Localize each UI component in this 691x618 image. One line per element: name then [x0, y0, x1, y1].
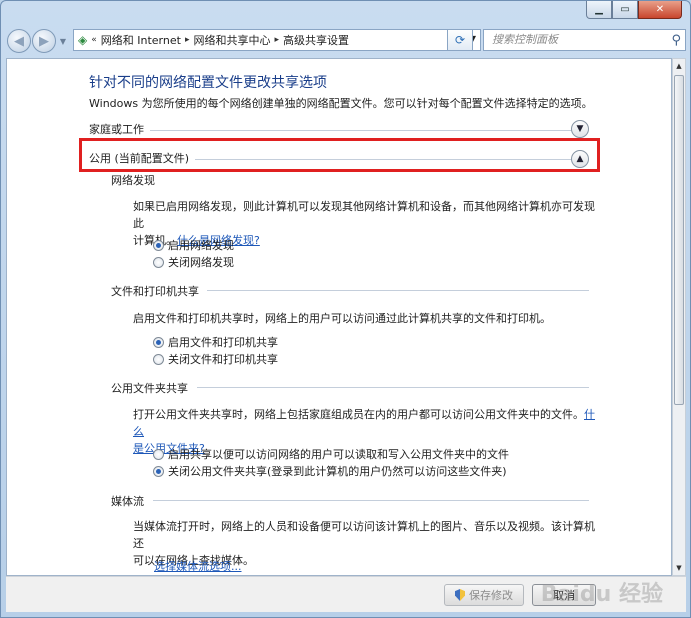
discovery-off-radio[interactable]: 关闭网络发现: [153, 254, 234, 270]
recent-pages-dropdown-icon[interactable]: ▼: [57, 37, 69, 46]
discovery-title: 网络发现: [111, 174, 155, 187]
scroll-down-icon[interactable]: ▼: [673, 561, 685, 575]
minimize-button[interactable]: ▁: [586, 1, 612, 19]
public-folder-on-label: 启用共享以便可以访问网络的用户可以读取和写入公用文件夹中的文件: [168, 448, 509, 461]
discovery-on-label: 启用网络发现: [168, 239, 234, 252]
divider: [150, 129, 587, 131]
radio-unselected-icon[interactable]: [153, 353, 164, 365]
search-placeholder: 搜索控制面板: [492, 33, 558, 46]
profile-home-work[interactable]: 家庭或工作: [89, 121, 587, 137]
scroll-thumb[interactable]: [674, 75, 684, 405]
vertical-scrollbar[interactable]: ▲ ▼: [672, 58, 686, 576]
discovery-desc-line1: 如果已启用网络发现，则此计算机可以发现其他网络计算机和设备，而其他网络计算机亦可…: [133, 200, 595, 230]
public-folder-on-radio[interactable]: 启用共享以便可以访问网络的用户可以读取和写入公用文件夹中的文件: [153, 446, 509, 462]
control-panel-icon: ◈: [78, 33, 88, 47]
divider: [153, 500, 589, 501]
scroll-up-icon[interactable]: ▲: [673, 59, 685, 73]
breadcrumb-advanced-sharing[interactable]: 高级共享设置: [283, 32, 349, 48]
radio-unselected-icon[interactable]: [153, 448, 164, 460]
discovery-off-label: 关闭网络发现: [168, 256, 234, 269]
chevron-right-icon[interactable]: ▸: [185, 35, 190, 45]
close-button[interactable]: ✕: [638, 1, 682, 19]
public-folder-off-radio[interactable]: 关闭公用文件夹共享(登录到此计算机的用户仍然可以访问这些文件夹): [153, 463, 507, 479]
profile-home-work-label: 家庭或工作: [89, 123, 144, 136]
navigation-bar: ◀ ▶ ▼ ◈ « 网络和 Internet ▸ 网络和共享中心 ▸ 高级共享设…: [7, 27, 686, 55]
radio-unselected-icon[interactable]: [153, 256, 164, 268]
printer-off-label: 关闭文件和打印机共享: [168, 353, 278, 366]
media-options-link[interactable]: 选择媒体流选项...: [154, 558, 242, 574]
refresh-button[interactable]: ⟳: [447, 29, 473, 51]
main-content: 针对不同的网络配置文件更改共享选项 Windows 为您所使用的每个网络创建单独…: [6, 58, 672, 576]
printer-on-radio[interactable]: 启用文件和打印机共享: [153, 334, 278, 350]
radio-selected-icon[interactable]: [153, 239, 164, 251]
back-arrow-icon[interactable]: ◀: [7, 29, 31, 53]
chevron-down-icon[interactable]: ▼: [571, 120, 589, 138]
search-input[interactable]: 搜索控制面板 ⚲: [483, 29, 686, 51]
watermark: Baidu 经验: [540, 582, 663, 607]
save-changes-button[interactable]: 保存修改: [444, 584, 524, 606]
public-folder-off-label: 关闭公用文件夹共享(登录到此计算机的用户仍然可以访问这些文件夹): [168, 465, 507, 478]
forward-arrow-icon[interactable]: ▶: [32, 29, 56, 53]
divider: [197, 387, 589, 388]
chevron-right-icon[interactable]: ▸: [274, 35, 279, 45]
page-title: 针对不同的网络配置文件更改共享选项: [89, 75, 327, 91]
printer-title: 文件和打印机共享: [111, 285, 199, 298]
caption-buttons: ▁ ▭ ✕: [586, 1, 682, 19]
page-intro: Windows 为您所使用的每个网络创建单独的网络配置文件。您可以针对每个配置文…: [89, 97, 593, 110]
divider: [207, 290, 589, 291]
address-bar[interactable]: ◈ « 网络和 Internet ▸ 网络和共享中心 ▸ 高级共享设置 ▼: [73, 29, 481, 51]
public-folder-desc-line1: 打开公用文件夹共享时，网络上包括家庭组成员在内的用户都可以访问公用文件夹中的文件…: [133, 408, 584, 421]
chevron-icon: «: [91, 35, 97, 45]
highlight-box: [79, 138, 600, 172]
breadcrumb-network-internet[interactable]: 网络和 Internet: [101, 32, 181, 48]
public-folder-title: 公用文件夹共享: [111, 382, 188, 395]
uac-shield-icon: [455, 589, 465, 601]
printer-description: 启用文件和打印机共享时，网络上的用户可以访问通过此计算机共享的文件和打印机。: [133, 312, 551, 325]
printer-on-label: 启用文件和打印机共享: [168, 336, 278, 349]
media-title: 媒体流: [111, 495, 144, 508]
radio-selected-icon[interactable]: [153, 465, 164, 477]
save-changes-label: 保存修改: [469, 589, 513, 602]
breadcrumb-sharing-center[interactable]: 网络和共享中心: [193, 32, 270, 48]
media-desc-line1: 当媒体流打开时，网络上的人员和设备便可以访问该计算机上的图片、音乐以及视频。该计…: [133, 520, 595, 550]
radio-selected-icon[interactable]: [153, 336, 164, 348]
discovery-on-radio[interactable]: 启用网络发现: [153, 237, 234, 253]
maximize-button[interactable]: ▭: [612, 1, 638, 19]
search-icon[interactable]: ⚲: [671, 31, 681, 51]
printer-off-radio[interactable]: 关闭文件和打印机共享: [153, 351, 278, 367]
